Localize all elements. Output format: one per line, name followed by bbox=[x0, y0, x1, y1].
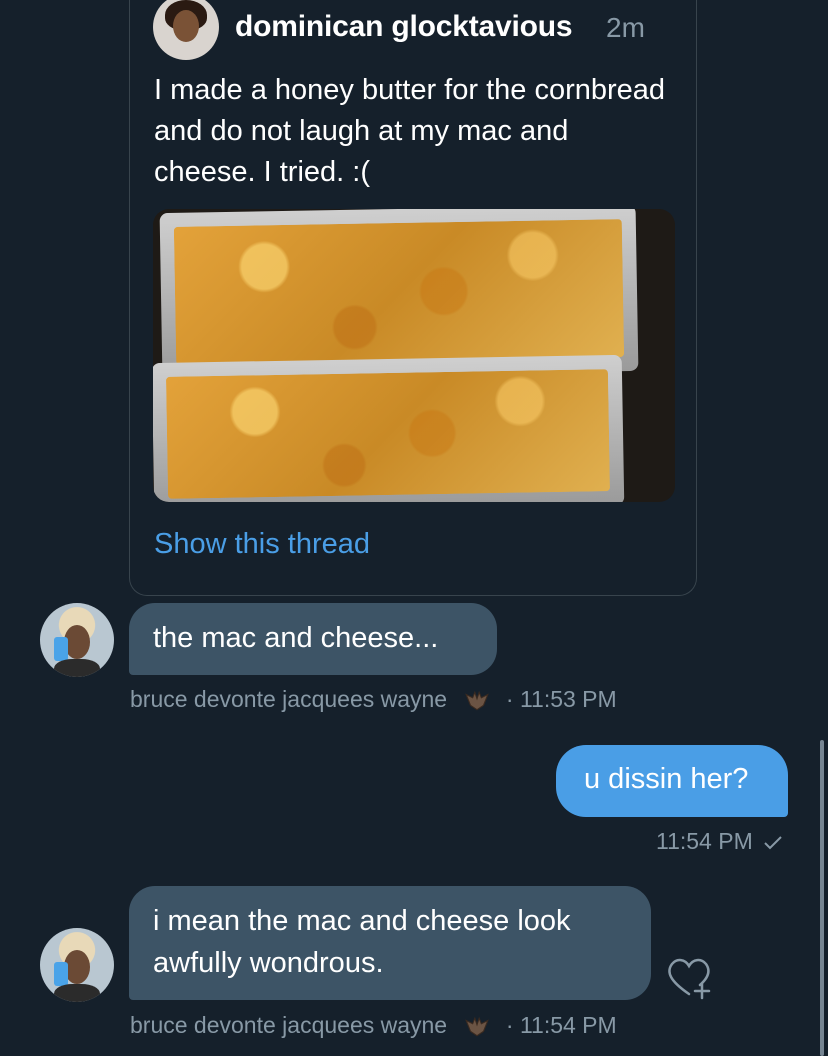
checkmark-icon bbox=[764, 836, 782, 850]
message-time: · 11:54 PM bbox=[505, 1012, 617, 1038]
message-text: the mac and cheese... bbox=[153, 622, 439, 654]
food-tray bbox=[159, 209, 639, 380]
scrollbar[interactable] bbox=[820, 740, 824, 1056]
message-text: i mean the mac and cheese look awfully w… bbox=[153, 905, 571, 979]
tweet-photo[interactable] bbox=[153, 209, 675, 502]
food-tray bbox=[153, 354, 625, 502]
heart-plus-icon[interactable] bbox=[664, 954, 714, 1000]
message-bubble-incoming[interactable]: i mean the mac and cheese look awfully w… bbox=[129, 886, 651, 1000]
sender-name: bruce devonte jacquees wayne bbox=[130, 686, 448, 712]
bat-emoji-icon bbox=[464, 1016, 489, 1037]
bat-emoji-icon bbox=[464, 690, 489, 711]
tweet-timestamp: 2m bbox=[606, 12, 645, 43]
message-text: u dissin her? bbox=[584, 763, 749, 795]
message-meta: bruce devonte jacquees wayne · 11:54 PM bbox=[130, 1012, 617, 1040]
tweet-text: I made a honey butter for the cornbread … bbox=[154, 74, 666, 188]
message-meta: bruce devonte jacquees wayne · 11:53 PM bbox=[130, 686, 617, 714]
message-bubble-outgoing[interactable]: u dissin her? bbox=[556, 745, 788, 817]
show-thread-link[interactable]: Show this thread bbox=[154, 528, 370, 561]
message-bubble-incoming[interactable]: the mac and cheese... bbox=[129, 603, 497, 675]
tweet-author-name[interactable]: dominican glocktavious bbox=[235, 10, 573, 44]
sender-avatar[interactable] bbox=[40, 928, 114, 1002]
message-time: · 11:53 PM bbox=[505, 686, 617, 712]
message-meta: 11:54 PM bbox=[656, 828, 783, 855]
sender-name: bruce devonte jacquees wayne bbox=[130, 1012, 448, 1038]
sender-avatar[interactable] bbox=[40, 603, 114, 677]
message-time: 11:54 PM bbox=[656, 828, 753, 854]
